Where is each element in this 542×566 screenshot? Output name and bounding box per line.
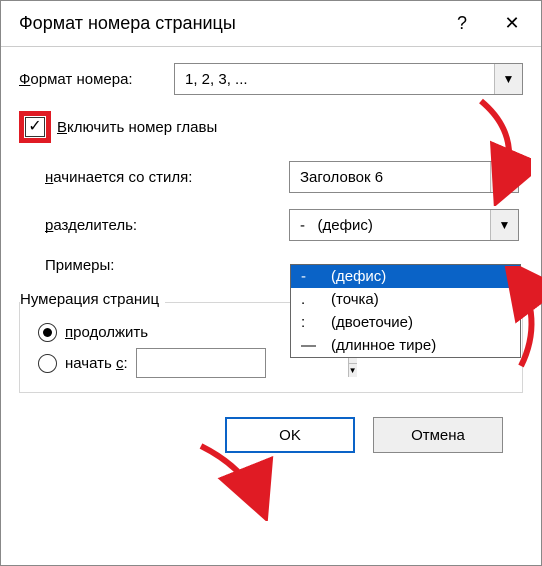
startat-radio[interactable]	[38, 354, 57, 373]
startat-label: начать с:	[65, 355, 128, 372]
format-combo-button[interactable]: ▼	[494, 64, 522, 94]
style-combo-value: Заголовок 6	[290, 169, 490, 186]
include-chapter-row: ✓ Включить номер главы	[19, 111, 523, 143]
examples-label: Примеры:	[19, 257, 289, 274]
separator-option[interactable]: . (точка)	[291, 288, 520, 311]
separator-combo-value: - (дефис)	[290, 217, 490, 234]
include-chapter-label: Включить номер главы	[57, 119, 217, 136]
format-combo-value: 1, 2, 3, ...	[175, 71, 494, 88]
group-label: Нумерация страниц	[20, 291, 165, 308]
separator-option[interactable]: — (длинное тире)	[291, 334, 520, 357]
style-row: начинается со стиля: Заголовок 6 ▼	[19, 161, 523, 193]
separator-combo[interactable]: - (дефис) ▼	[289, 209, 519, 241]
continue-radio[interactable]	[38, 323, 57, 342]
page-number-format-dialog: Формат номера страницы ? ✕ Формат номера…	[0, 0, 542, 566]
continue-label: продолжить	[65, 324, 148, 341]
button-bar: OK Отмена	[19, 393, 523, 453]
chevron-down-icon: ▼	[499, 218, 511, 232]
help-button[interactable]: ?	[437, 1, 487, 47]
content: Формат номера: 1, 2, 3, ... ▼ ✓ Включить…	[1, 47, 541, 453]
style-label: начинается со стиля:	[19, 169, 289, 186]
dialog-title: Формат номера страницы	[19, 13, 437, 34]
separator-option[interactable]: : (двоеточие)	[291, 311, 520, 334]
startat-spinner[interactable]: ▲ ▼	[136, 348, 266, 378]
include-chapter-checkbox[interactable]: ✓	[25, 117, 45, 137]
format-combo[interactable]: 1, 2, 3, ... ▼	[174, 63, 523, 95]
titlebar: Формат номера страницы ? ✕	[1, 1, 541, 47]
highlight-box: ✓	[19, 111, 51, 143]
arrow-annotation-ok	[191, 441, 301, 521]
chevron-down-icon: ▼	[499, 170, 511, 184]
separator-combo-button[interactable]: ▼	[490, 210, 518, 240]
format-label: Формат номера:	[19, 71, 174, 88]
chevron-down-icon: ▼	[503, 72, 515, 86]
separator-option[interactable]: - (дефис)	[291, 265, 520, 288]
style-combo[interactable]: Заголовок 6 ▼	[289, 161, 519, 193]
format-row: Формат номера: 1, 2, 3, ... ▼	[19, 63, 523, 95]
separator-row: разделитель: - (дефис) ▼	[19, 209, 523, 241]
style-combo-button[interactable]: ▼	[490, 162, 518, 192]
cancel-button[interactable]: Отмена	[373, 417, 503, 453]
spinner-down[interactable]: ▼	[349, 364, 357, 378]
close-button[interactable]: ✕	[487, 1, 537, 47]
separator-label: разделитель:	[19, 217, 289, 234]
separator-dropdown-list: - (дефис) . (точка) : (двоеточие) — (дли…	[290, 264, 521, 358]
ok-button[interactable]: OK	[225, 417, 355, 453]
